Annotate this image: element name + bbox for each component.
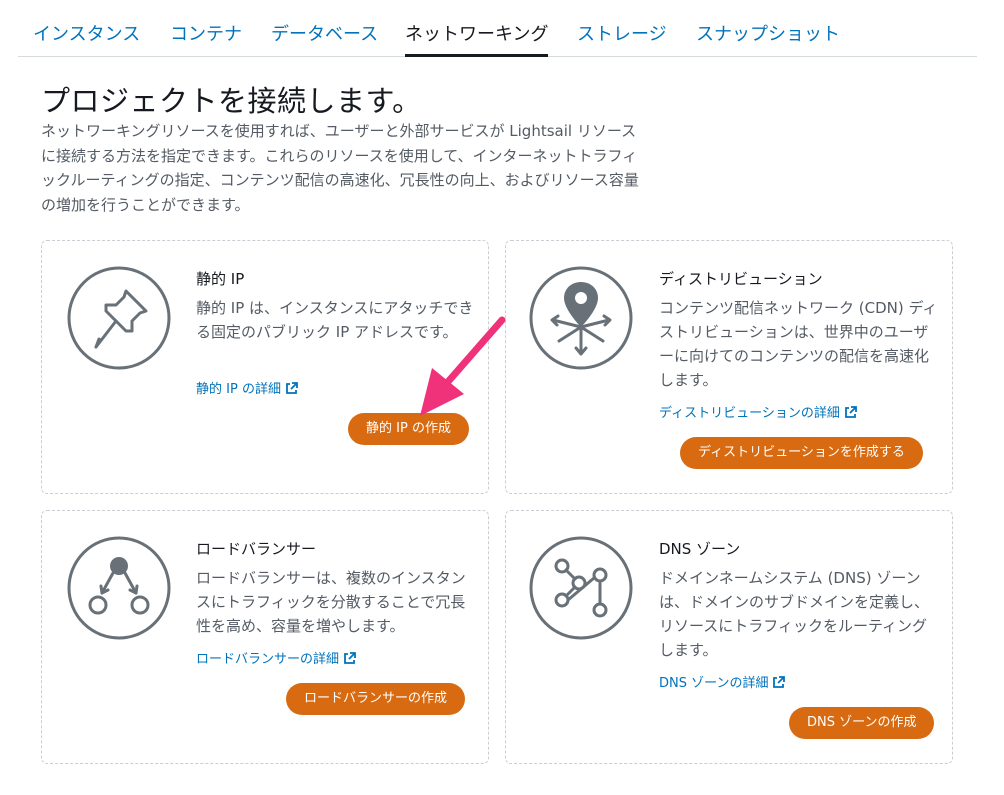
navigation-tabs: インスタンス コンテナ データベース ネットワーキング ストレージ スナップショ… — [18, 0, 977, 57]
intro-description: ネットワーキングリソースを使用すれば、ユーザーと外部サービスが Lightsai… — [41, 122, 639, 214]
card-description: ロードバランサーは、複数のインスタンスにトラフィックを分散することで冗長性を高め… — [196, 569, 466, 635]
dns-zone-card: DNS ゾーン ドメインネームシステム (DNS) ゾーンは、ドメインのサブドメ… — [505, 510, 953, 764]
link-label: 静的 IP の詳細 — [196, 382, 281, 397]
static-ip-card: 静的 IP 静的 IP は、インスタンスにアタッチできる固定のパブリック IP … — [41, 240, 489, 494]
card-title: ロードバランサー — [196, 540, 317, 558]
tab-databases[interactable]: データベース — [271, 22, 378, 48]
create-load-balancer-button[interactable]: ロードバランサーの作成 — [286, 683, 466, 715]
external-link-icon — [844, 406, 857, 418]
load-balancer-card: ロードバランサー ロードバランサーは、複数のインスタンスにトラフィックを分散する… — [41, 510, 489, 764]
page-title: プロジェクトを接続します。 — [41, 84, 422, 118]
external-link-icon — [286, 382, 298, 394]
tab-networking[interactable]: ネットワーキング — [405, 22, 549, 57]
load-balancer-icon — [67, 536, 171, 640]
tab-snapshots[interactable]: スナップショット — [696, 22, 840, 48]
card-title: DNS ゾーン — [659, 540, 741, 558]
card-description: コンテンツ配信ネットワーク (CDN) ディストリビューションは、世界中のユーザ… — [659, 299, 938, 389]
card-description: 静的 IP は、インスタンスにアタッチできる固定のパブリック IP アドレスです… — [196, 299, 474, 341]
create-dns-zone-button[interactable]: DNS ゾーンの作成 — [789, 707, 935, 739]
map-pin-arrows-icon — [529, 266, 633, 370]
card-title: 静的 IP — [196, 270, 245, 288]
pushpin-icon — [67, 266, 171, 370]
tab-storage[interactable]: ストレージ — [577, 22, 667, 48]
link-label: ロードバランサーの詳細 — [196, 652, 340, 667]
tab-containers[interactable]: コンテナ — [170, 22, 242, 48]
load-balancer-learn-more-link[interactable]: ロードバランサーの詳細 — [196, 648, 356, 667]
card-title: ディストリビューション — [659, 270, 823, 288]
static-ip-learn-more-link[interactable]: 静的 IP の詳細 — [196, 378, 298, 397]
create-static-ip-button[interactable]: 静的 IP の作成 — [348, 413, 469, 445]
distribution-learn-more-link[interactable]: ディストリビューションの詳細 — [659, 402, 857, 421]
dns-nodes-icon — [529, 536, 633, 640]
card-description: ドメインネームシステム (DNS) ゾーンは、ドメインのサブドメインを定義し、リ… — [659, 569, 930, 659]
tab-instances[interactable]: インスタンス — [33, 22, 140, 48]
dns-zone-learn-more-link[interactable]: DNS ゾーンの詳細 — [659, 672, 786, 691]
distribution-card: ディストリビューション コンテンツ配信ネットワーク (CDN) ディストリビュー… — [505, 240, 953, 494]
create-distribution-button[interactable]: ディストリビューションを作成する — [680, 437, 923, 469]
external-link-icon — [773, 676, 786, 688]
link-label: ディストリビューションの詳細 — [659, 406, 840, 421]
external-link-icon — [344, 652, 356, 664]
link-label: DNS ゾーンの詳細 — [659, 676, 769, 691]
